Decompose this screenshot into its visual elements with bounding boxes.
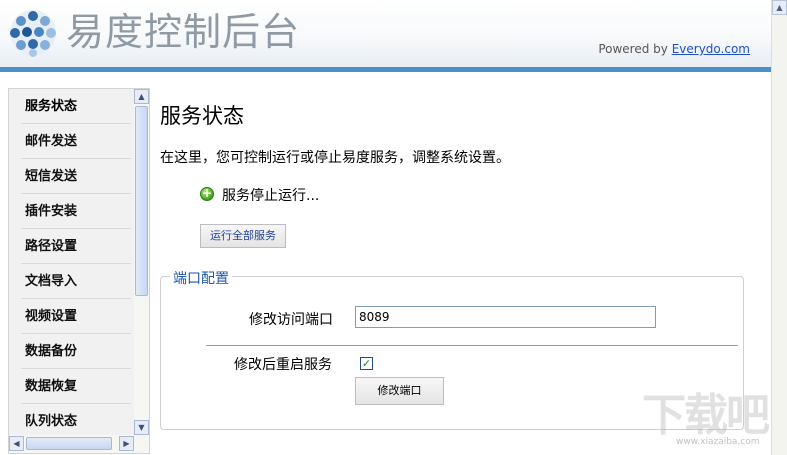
sidebar-item-queue[interactable]: 队列状态 [21, 404, 131, 435]
sidebar-vertical-thumb[interactable] [135, 106, 148, 296]
port-input[interactable] [355, 306, 656, 328]
sidebar-horizontal-scrollbar[interactable]: ◀ ▶ [9, 435, 149, 453]
sidebar-item-mail[interactable]: 邮件发送 [21, 124, 131, 159]
restart-checkbox[interactable]: ✓ [360, 357, 373, 370]
watermark-url: www.xiazaiba.com [676, 437, 760, 447]
scroll-left-icon[interactable]: ◀ [9, 436, 24, 451]
green-plus-icon: + [200, 186, 214, 201]
sidebar-nav: 服务状态 邮件发送 短信发送 插件安装 路径设置 文档导入 视频设置 数据备份 … [9, 89, 134, 435]
sidebar-item-service-status[interactable]: 服务状态 [21, 89, 131, 124]
everydo-link[interactable]: Everydo.com [672, 42, 750, 56]
port-config-legend: 端口配置 [170, 268, 232, 288]
page-title: 服务状态 [160, 104, 244, 128]
scroll-up-icon[interactable]: ▲ [772, 0, 787, 15]
sidebar-item-paths[interactable]: 路径设置 [21, 229, 131, 264]
sidebar-item-doc-import[interactable]: 文档导入 [21, 264, 131, 299]
change-port-button[interactable]: 修改端口 [355, 377, 444, 405]
scroll-down-icon[interactable]: ▼ [134, 420, 149, 435]
page-vertical-scrollbar[interactable]: ▲ [771, 0, 787, 455]
sidebar-item-restore[interactable]: 数据恢复 [21, 369, 131, 404]
service-status-text: 服务停止运行... [222, 188, 320, 204]
sidebar-item-sms[interactable]: 短信发送 [21, 159, 131, 194]
header-divider [0, 67, 771, 72]
divider [206, 345, 738, 346]
sidebar-item-video[interactable]: 视频设置 [21, 299, 131, 334]
port-label: 修改访问端口 [249, 312, 333, 328]
restart-label: 修改后重启服务 [234, 357, 332, 373]
header: 易度控制后台 Powered by Everydo.com [0, 0, 771, 69]
powered-by: Powered by Everydo.com [598, 42, 750, 56]
scroll-right-icon[interactable]: ▶ [119, 436, 134, 451]
sidebar: 服务状态 邮件发送 短信发送 插件安装 路径设置 文档导入 视频设置 数据备份 … [8, 88, 150, 454]
scroll-up-icon[interactable]: ▲ [134, 89, 149, 104]
app-title: 易度控制后台 [66, 10, 301, 54]
page-description: 在这里，您可控制运行或停止易度服务，调整系统设置。 [160, 150, 510, 166]
globe-dots-icon [10, 10, 56, 57]
sidebar-horizontal-thumb[interactable] [26, 437, 112, 450]
watermark-logo: 下载吧 [642, 390, 770, 441]
sidebar-item-plugins[interactable]: 插件安装 [21, 194, 131, 229]
sidebar-vertical-scrollbar[interactable]: ▲ ▼ [134, 89, 149, 435]
run-all-services-button[interactable]: 运行全部服务 [200, 224, 286, 248]
sidebar-item-backup[interactable]: 数据备份 [21, 334, 131, 369]
